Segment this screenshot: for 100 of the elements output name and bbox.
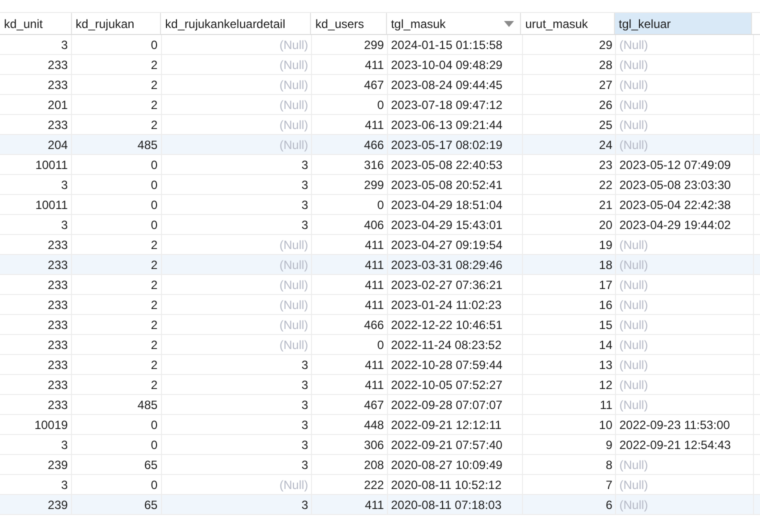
table-cell: 26 [599,98,612,112]
table-cell: 2 [150,278,158,292]
table-cell: 233 [48,318,68,332]
table-row[interactable]: 233 2 (Null) 467 2023-08-24 09:44:45 27 (Null) [0,75,760,95]
table-cell: 3 [61,478,68,492]
table-cell: 2022-09-28 07:07:07 [390,398,502,412]
table-cell: 448 [364,418,384,432]
table-cell: 3 [301,458,308,472]
table-cell: 233 [48,58,68,72]
table-cell: 3 [61,38,68,52]
table-cell: (Null) [619,398,648,412]
table-cell: 2 [150,358,158,372]
table-cell: 2024-01-15 01:15:58 [390,38,502,52]
table-cell: 6 [606,498,612,512]
table-cell: 406 [364,218,384,232]
table-cell: 466 [364,318,384,332]
table-cell: 0 [150,178,158,192]
table-cell: (Null) [280,98,308,112]
table-cell: 25 [599,118,612,132]
table-cell: 239 [48,498,68,512]
table-row[interactable]: 3 0 3 299 2023-05-08 20:52:41 22 2023-05-08 23:03:30 [0,175,760,195]
table-cell: 29 [599,38,612,52]
table-cell: 411 [364,378,384,392]
table-cell: (Null) [619,98,648,112]
table-cell: 2023-04-27 09:19:54 [390,238,502,252]
table-cell: 2022-09-21 07:57:40 [390,438,502,452]
table-cell: 233 [48,338,68,352]
table-cell: 3 [301,418,308,432]
table-row[interactable]: 233 2 (Null) 0 2022-11-24 08:23:52 14 (Null) [0,335,760,355]
table-cell: 0 [150,418,158,432]
table-cell: 2020-08-11 07:18:03 [390,498,502,512]
table-cell: 2 [150,238,158,252]
table-cell: 3 [301,378,308,392]
table-row[interactable]: 233 485 3 467 2022-09-28 07:07:07 11 (Null) [0,395,760,415]
table-cell: 485 [138,398,158,412]
table-row[interactable]: 3 0 3 306 2022-09-21 07:57:40 9 2022-09-21 12:54:43 [0,435,760,455]
table-cell: 24 [599,138,612,152]
table-cell: (Null) [619,298,648,312]
table-cell: (Null) [619,458,648,472]
table-cell: (Null) [280,298,308,312]
table-cell: (Null) [280,58,308,72]
table-cell: 2022-09-23 11:53:00 [619,418,730,432]
table-cell: 8 [606,458,612,472]
table-cell: 15 [599,318,612,332]
table-row[interactable]: 233 2 (Null) 466 2022-12-22 10:46:51 15 (Null) [0,315,760,335]
table-cell: 299 [364,178,384,192]
table-cell: 2023-04-29 19:44:02 [619,218,731,232]
table-row[interactable]: 10011 0 3 316 2023-05-08 22:40:53 23 2023-05-12 07:49:09 [0,155,760,175]
table-cell: 411 [364,58,384,72]
table-row[interactable]: 3 0 (Null) 222 2020-08-11 10:52:12 7 (Null) [0,475,760,495]
table-cell: 65 [144,498,158,512]
table-row[interactable]: 233 2 (Null) 411 2023-10-04 09:48:29 28 (Null) [0,55,760,75]
table-cell: 233 [48,258,68,272]
table-cell: 2 [150,298,158,312]
table-cell: 20 [599,218,612,232]
table-row[interactable]: 239 65 3 411 2020-08-11 07:18:03 6 (Null) [0,495,760,515]
table-cell: 0 [150,478,158,492]
table-cell: (Null) [619,58,648,72]
table-cell: 2 [150,58,158,72]
table-cell: (Null) [280,258,308,272]
table-cell: 411 [364,498,384,512]
table-cell: 467 [364,398,384,412]
column-header[interactable]: tgl_keluar [614,13,752,34]
table-cell: 485 [138,138,158,152]
table-row[interactable]: 239 65 3 208 2020-08-27 10:09:49 8 (Null) [0,455,760,475]
table-cell: 13 [599,358,612,372]
table-row[interactable]: 233 2 (Null) 411 2023-01-24 11:02:23 16 (Null) [0,295,760,315]
table-cell: (Null) [619,478,648,492]
column-header[interactable]: kd_rujukan [72,13,162,34]
table-cell: (Null) [280,38,308,52]
table-row[interactable]: 233 2 (Null) 411 2023-02-27 07:36:21 17 (Null) [0,275,760,295]
table-cell: 2 [150,78,158,92]
table-cell: 2023-01-24 11:02:23 [390,298,502,312]
table-cell: 208 [364,458,384,472]
table-row[interactable]: 204 485 (Null) 466 2023-05-17 08:02:19 24 (Null) [0,135,760,155]
table-cell: 3 [61,438,68,452]
table-row[interactable]: 233 2 (Null) 411 2023-06-13 09:21:44 25 (Null) [0,115,760,135]
table-cell: 22 [599,178,612,192]
table-cell: 2023-05-17 08:02:19 [390,138,502,152]
table-cell: 21 [599,198,612,212]
table-row[interactable]: 3 0 (Null) 299 2024-01-15 01:15:58 29 (Null) [0,35,760,55]
table-cell: 10 [599,418,612,432]
table-cell: 2023-05-08 22:40:53 [390,158,502,172]
table-cell: (Null) [280,78,308,92]
table-cell: 233 [48,378,68,392]
table-row[interactable]: 233 2 (Null) 411 2023-04-27 09:19:54 19 (Null) [0,235,760,255]
table-row[interactable]: 10011 0 3 0 2023-04-29 18:51:04 21 2023-05-04 22:42:38 [0,195,760,215]
table-cell: 2022-09-21 12:54:43 [619,438,731,452]
table-row[interactable]: 233 2 3 411 2022-10-05 07:52:27 12 (Null) [0,375,760,395]
table-row[interactable]: 201 2 (Null) 0 2023-07-18 09:47:12 26 (Null) [0,95,760,115]
table-row[interactable]: 3 0 3 406 2023-04-29 15:43:01 20 2023-04-29 19:44:02 [0,215,760,235]
table-row[interactable]: 233 2 3 411 2022-10-28 07:59:44 13 (Null) [0,355,760,375]
table-cell: 0 [150,198,158,212]
table-row[interactable]: 233 2 (Null) 411 2023-03-31 08:29:46 18 (Null) [0,255,760,275]
table-cell: 2023-08-24 09:44:45 [390,78,502,92]
table-cell: (Null) [619,78,648,92]
table-cell: 2 [150,258,158,272]
table-cell: 3 [61,178,68,192]
table-row[interactable]: 10019 0 3 448 2022-09-21 12:12:11 10 2022-09-23 11:53:00 [0,415,760,435]
table-cell: 233 [48,78,68,92]
